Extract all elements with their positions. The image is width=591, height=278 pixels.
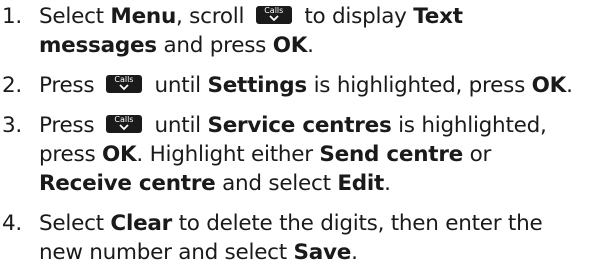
bold-term: Service centres [207,113,392,138]
chevron-down-icon [119,84,129,91]
step-number: 2. [2,73,23,98]
step-number: 3. [2,113,23,138]
bold-term: OK [101,142,137,167]
bold-term: OK [272,33,308,58]
step-3: 3. Press Calls until Service centres is … [2,111,591,198]
calls-key-label: Calls [114,115,134,124]
bold-term: Settings [207,73,307,98]
calls-key-icon: Calls [105,75,142,93]
step-text-run: . [307,33,314,58]
step-number: 4. [2,211,23,236]
step-text: Select Menu, scroll Calls to display Tex… [39,2,591,60]
step-text: Press Calls until Service centres is hig… [39,111,591,198]
calls-key-icon: Calls [255,6,292,24]
step-text-run: to display [297,4,414,29]
bold-term: Save [293,240,352,265]
step-text-run: or [463,142,492,167]
step-text-run: until [147,113,208,138]
instruction-steps: 1. Select Menu, scroll Calls to display … [0,0,591,267]
step-text-run: . [566,73,573,98]
step-text-run: and select [215,171,338,196]
step-text-run: . [351,240,358,265]
bold-term: Send centre [319,142,463,167]
step-text-run: Press [39,113,101,138]
bold-term: Clear [110,211,173,236]
step-text-run: Select [39,211,111,236]
step-text-run: until [147,73,208,98]
step-text-run: is highlighted, press [306,73,532,98]
step-text-run: . [384,171,391,196]
step-4: 4. Select Clear to delete the digits, th… [2,209,591,267]
step-2: 2. Press Calls until Settings is highlig… [2,71,591,100]
bold-term: Menu [110,4,177,29]
bold-term: OK [531,73,567,98]
step-text: Select Clear to delete the digits, then … [39,209,591,267]
step-text-run: . Highlight either [136,142,320,167]
step-text: Press Calls until Settings is highlighte… [39,71,591,100]
step-text-run: , scroll [176,4,251,29]
calls-key-icon: Calls [105,115,142,133]
step-number: 1. [2,4,23,29]
chevron-down-icon [119,124,129,131]
step-text-run: and press [156,33,273,58]
calls-key-label: Calls [264,6,284,15]
calls-key-label: Calls [114,75,134,84]
step-text-run: Select [39,4,111,29]
bold-term: Receive centre [39,171,216,196]
step-1: 1. Select Menu, scroll Calls to display … [2,2,591,60]
chevron-down-icon [269,15,279,22]
step-text-run: Press [39,73,101,98]
bold-term: Edit [337,171,385,196]
